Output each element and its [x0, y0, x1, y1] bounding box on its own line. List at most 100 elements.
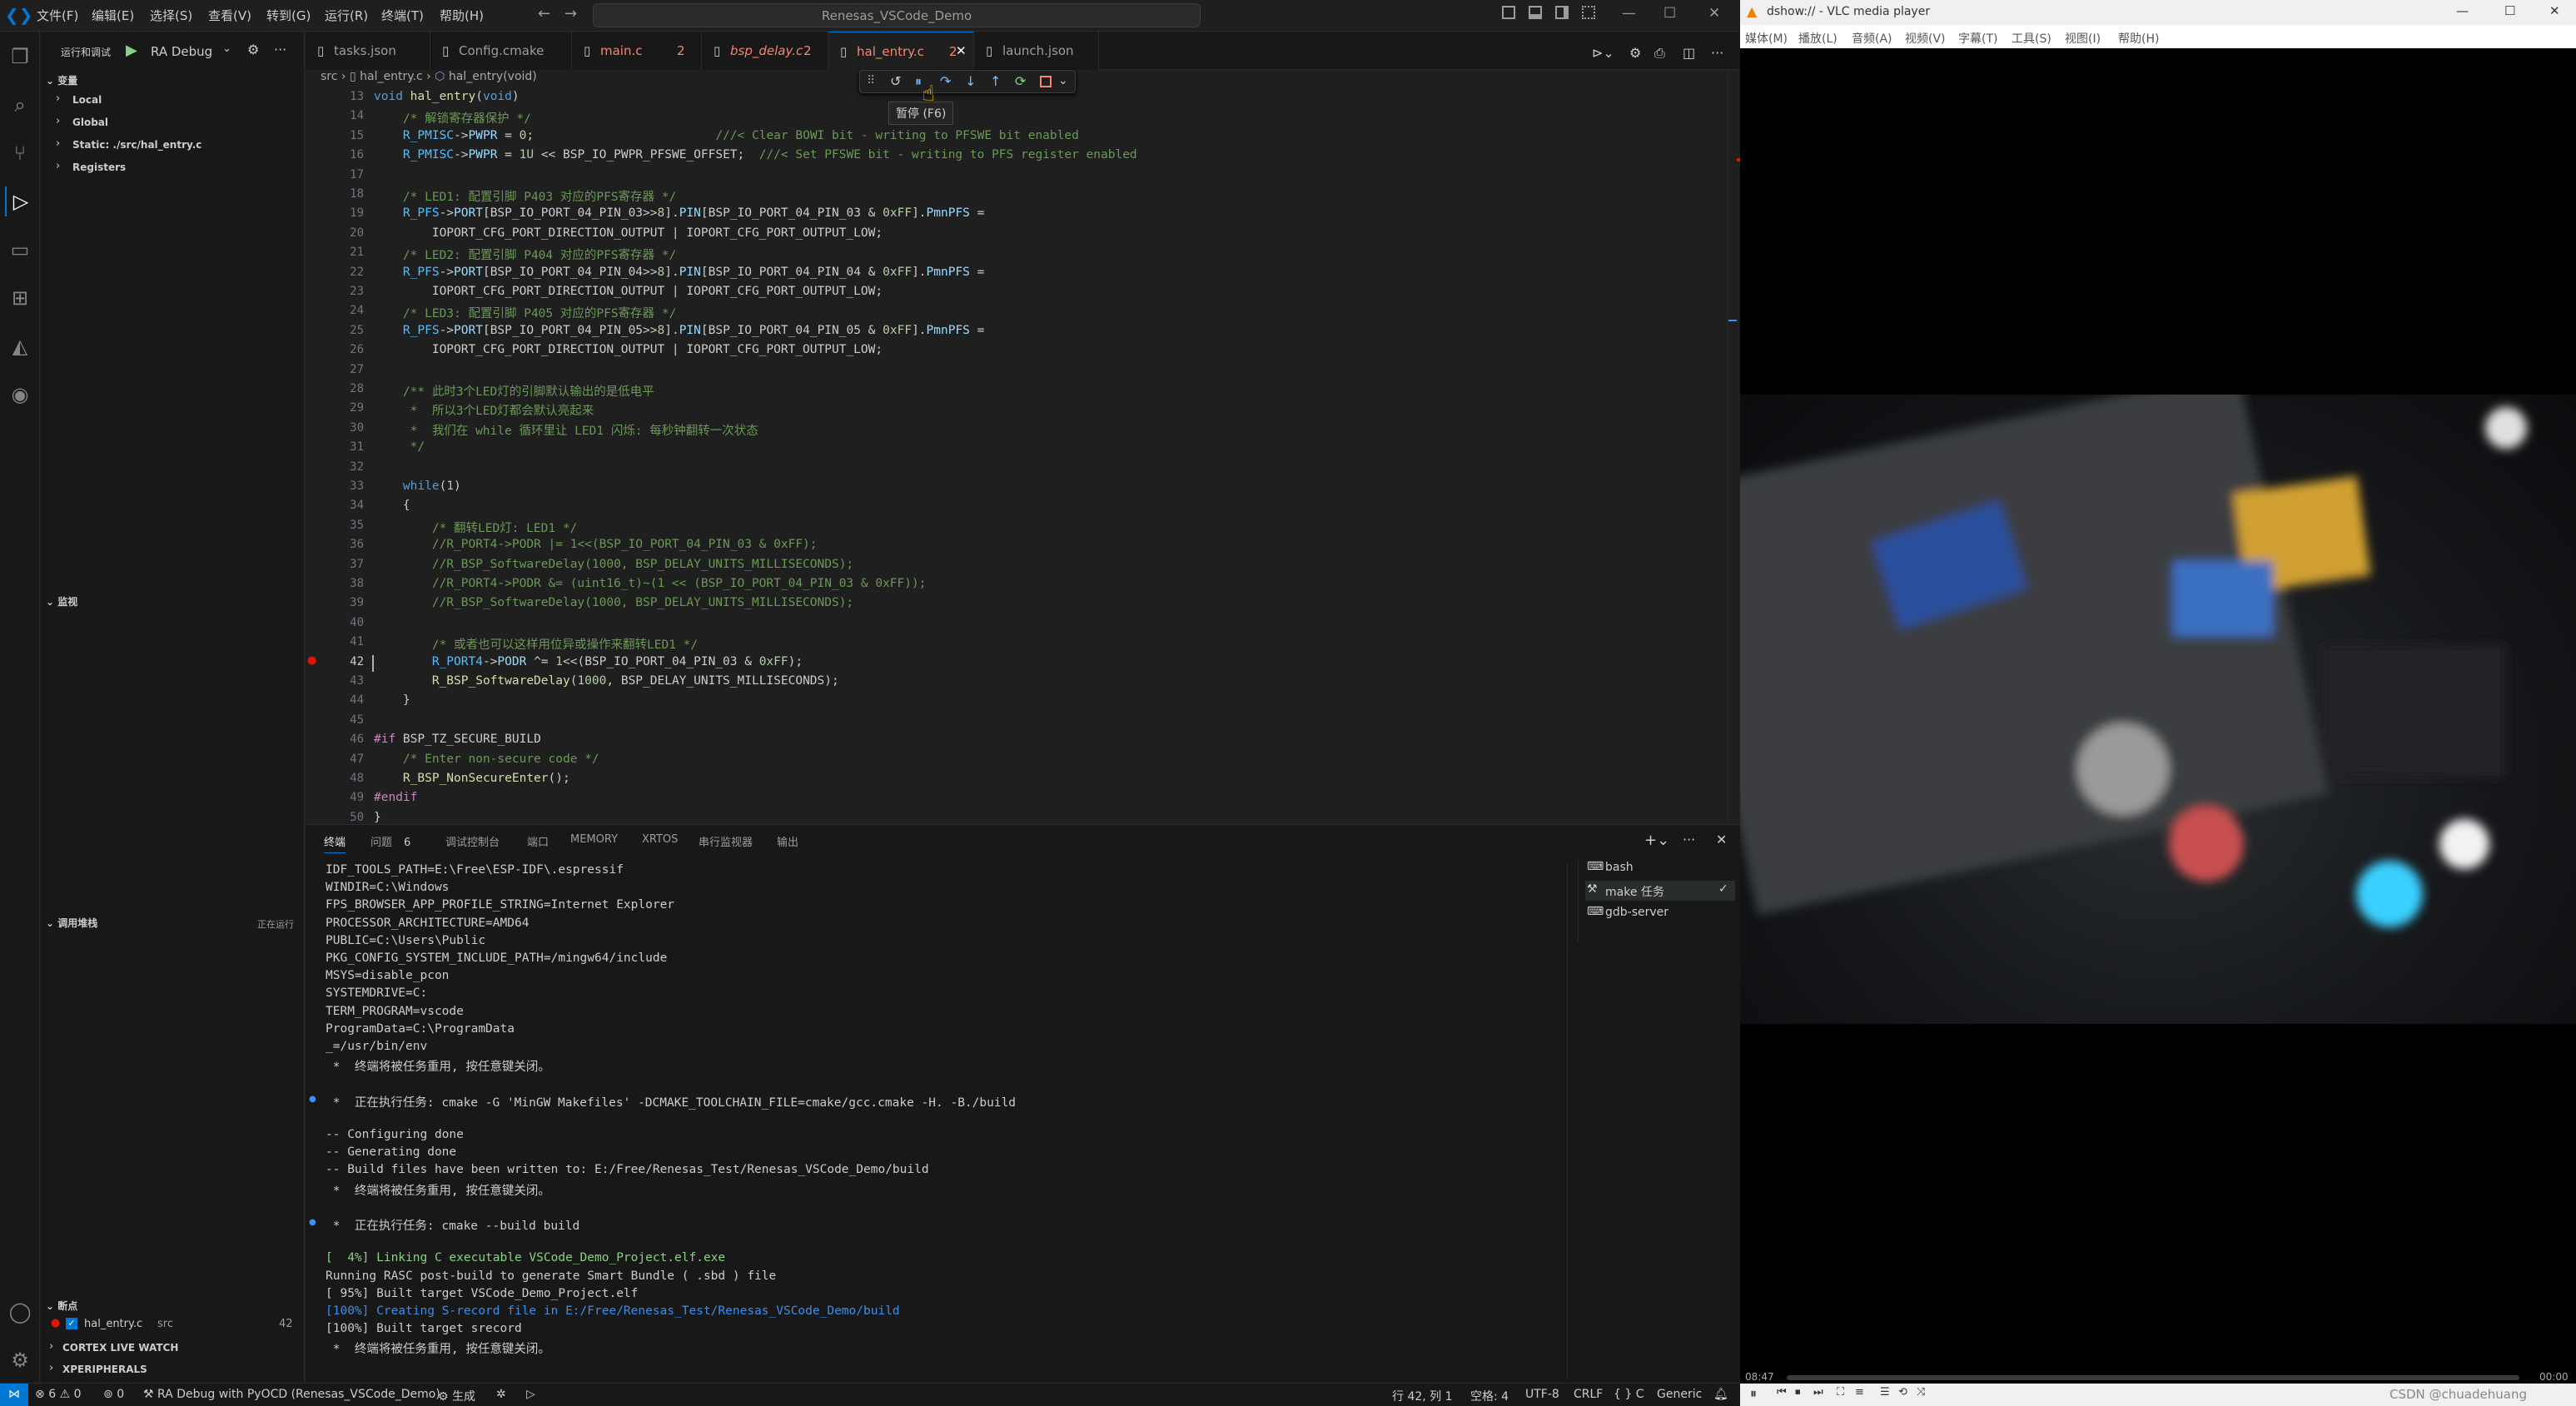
terminal-list-item[interactable]: ⌨ bash	[1585, 858, 1735, 878]
manage-gear-icon[interactable]: ⚙	[5, 1345, 35, 1375]
line-number[interactable]: 27	[306, 363, 364, 376]
step-over-icon[interactable]: ↷	[940, 73, 951, 89]
platform[interactable]: Generic	[1657, 1388, 1702, 1401]
line-number[interactable]: 50	[306, 811, 364, 822]
debug-settings-gear-icon[interactable]: ⚙	[247, 42, 259, 57]
vlc-menu-item[interactable]: 帮助(H)	[2118, 30, 2159, 47]
line-number[interactable]: 40	[306, 616, 364, 629]
debug-session-indicator[interactable]: ⚒ RA Debug with PyOCD (Renesas_VSCode_De…	[143, 1388, 440, 1401]
source-control-icon[interactable]: ⑂	[5, 138, 35, 168]
command-center-search[interactable]: Renesas_VSCode_Demo	[593, 3, 1201, 27]
panel-tab[interactable]: 串行监视器	[699, 833, 753, 849]
line-number[interactable]: 36	[306, 538, 364, 551]
line-number[interactable]: 37	[306, 558, 364, 571]
ports-indicator[interactable]: ⊚ 0	[103, 1388, 124, 1401]
search-icon[interactable]: ⌕	[5, 90, 35, 120]
extended-settings-icon[interactable]: ≡	[1855, 1386, 1864, 1399]
line-number[interactable]: 19	[306, 206, 364, 220]
menu-item[interactable]: 运行(R)	[325, 7, 368, 24]
pause-icon[interactable]: ⏸	[1750, 1385, 1757, 1402]
start-debugging-icon[interactable]: ▶	[126, 42, 137, 59]
shuffle-icon[interactable]: ⤨	[1917, 1386, 1925, 1399]
stop-icon[interactable]: ⏹	[1795, 1386, 1801, 1399]
customize-layout-icon[interactable]	[1582, 6, 1595, 19]
line-number[interactable]: 22	[306, 266, 364, 279]
fullscreen-icon[interactable]: ⛶	[1837, 1386, 1844, 1399]
back-arrow-icon[interactable]: ←	[538, 5, 550, 22]
line-number[interactable]: 34	[306, 499, 364, 512]
line-number[interactable]: 13	[306, 90, 364, 103]
menu-item[interactable]: 转到(G)	[266, 7, 311, 24]
breakpoint-dot-icon[interactable]: ●	[307, 654, 316, 667]
breadcrumb-file[interactable]: hal_entry.c	[360, 70, 423, 83]
editor-tab[interactable]: ▯ Config.cmake	[430, 32, 572, 70]
panel-tab[interactable]: 输出	[777, 833, 798, 849]
step-into-icon[interactable]: ↓	[965, 73, 976, 89]
variables-section-header[interactable]: ⌄ 变量	[46, 73, 77, 87]
loop-icon[interactable]: ⟲	[1898, 1386, 1907, 1399]
line-number[interactable]: 41	[306, 635, 364, 648]
breakpoint-item[interactable]: ● ✓ hal_entry.c src 42	[41, 1317, 304, 1335]
run-debug-split-icon[interactable]: ⊳⌄	[1592, 45, 1614, 61]
breakpoint-checkbox[interactable]: ✓	[66, 1318, 77, 1329]
terminal-list-item[interactable]: ⌨ gdb-server	[1585, 903, 1735, 923]
indentation[interactable]: 空格: 4	[1470, 1388, 1509, 1404]
line-number[interactable]: 16	[306, 148, 364, 161]
close-icon[interactable]: ✕	[2549, 3, 2560, 18]
run-icon[interactable]: ▷	[526, 1388, 535, 1401]
pause-icon[interactable]: ⏸	[915, 73, 922, 90]
stop-icon[interactable]	[1040, 76, 1052, 87]
video-frame[interactable]	[1740, 395, 2576, 1024]
line-number[interactable]: 21	[306, 246, 364, 259]
line-number[interactable]: 33	[306, 479, 364, 493]
panel-tab[interactable]: 终端	[324, 833, 346, 853]
line-number[interactable]: 49	[306, 791, 364, 804]
next-icon[interactable]: ⏭	[1813, 1386, 1823, 1399]
vlc-menu-item[interactable]: 播放(L)	[1798, 30, 1838, 47]
line-number[interactable]: 24	[306, 304, 364, 317]
xperipherals-header[interactable]: XPERIPHERALS	[62, 1364, 147, 1375]
line-number[interactable]: 32	[306, 460, 364, 474]
close-icon[interactable]: ✕	[956, 43, 967, 58]
line-number[interactable]: 39	[306, 596, 364, 609]
line-number[interactable]: 20	[306, 226, 364, 240]
toggle-sidebar-icon[interactable]	[1502, 6, 1515, 19]
close-panel-icon[interactable]: ✕	[1716, 832, 1727, 847]
panel-tab[interactable]: 问题 6	[370, 833, 410, 849]
code-lines[interactable]: 13 void hal_entry(void) 14 /* 解锁寄存器保护 */ 15…	[306, 90, 1721, 822]
chevron-down-icon[interactable]: ⌄	[222, 42, 231, 55]
variable-scope-item[interactable]: › Global	[41, 115, 304, 134]
callstack-section-header[interactable]: ⌄ 调用堆栈	[46, 916, 97, 930]
menu-item[interactable]: 选择(S)	[150, 7, 192, 24]
vlc-menu-item[interactable]: 视图(I)	[2065, 30, 2101, 47]
line-number[interactable]: 48	[306, 772, 364, 785]
line-number[interactable]: 28	[306, 382, 364, 395]
settings-gear-icon[interactable]: ⚙	[1629, 45, 1641, 61]
panel-tab[interactable]: 调试控制台	[445, 833, 500, 849]
line-number[interactable]: 31	[306, 440, 364, 454]
line-number[interactable]: 15	[306, 129, 364, 142]
watch-section-header[interactable]: ⌄ 监视	[46, 594, 77, 609]
menu-item[interactable]: 帮助(H)	[440, 7, 484, 24]
vlc-menu-item[interactable]: 音频(A)	[1852, 30, 1892, 47]
vlc-menu-item[interactable]: 视频(V)	[1905, 30, 1946, 47]
extensions-icon[interactable]: ⊞	[5, 283, 35, 313]
vlc-menu-item[interactable]: 工具(S)	[2012, 30, 2051, 47]
line-number[interactable]: 30	[306, 421, 364, 435]
open-preview-icon[interactable]: ⎙	[1654, 45, 1665, 62]
problems-indicator[interactable]: ⊗ 6 ⚠ 0	[35, 1388, 81, 1401]
line-number[interactable]: 25	[306, 324, 364, 337]
command-decoration-dot[interactable]: ●	[309, 1218, 316, 1227]
forward-arrow-icon[interactable]: →	[564, 5, 577, 22]
menu-item[interactable]: 编辑(E)	[92, 7, 134, 24]
run-debug-icon[interactable]: ▷	[5, 186, 35, 216]
maximize-icon[interactable]: ☐	[1663, 5, 1676, 22]
breadcrumb-src[interactable]: src	[321, 70, 337, 83]
line-number[interactable]: 46	[306, 733, 364, 746]
editor-tab[interactable]: ▯ tasks.json	[306, 32, 430, 70]
platformio-icon[interactable]: ◉	[5, 380, 35, 410]
previous-icon[interactable]: ⏮	[1777, 1386, 1787, 1399]
line-number[interactable]: 43	[306, 674, 364, 688]
terminal-list-item[interactable]: ⚒ make 任务 ✓	[1585, 881, 1735, 901]
toggle-panel-icon[interactable]	[1529, 6, 1542, 19]
